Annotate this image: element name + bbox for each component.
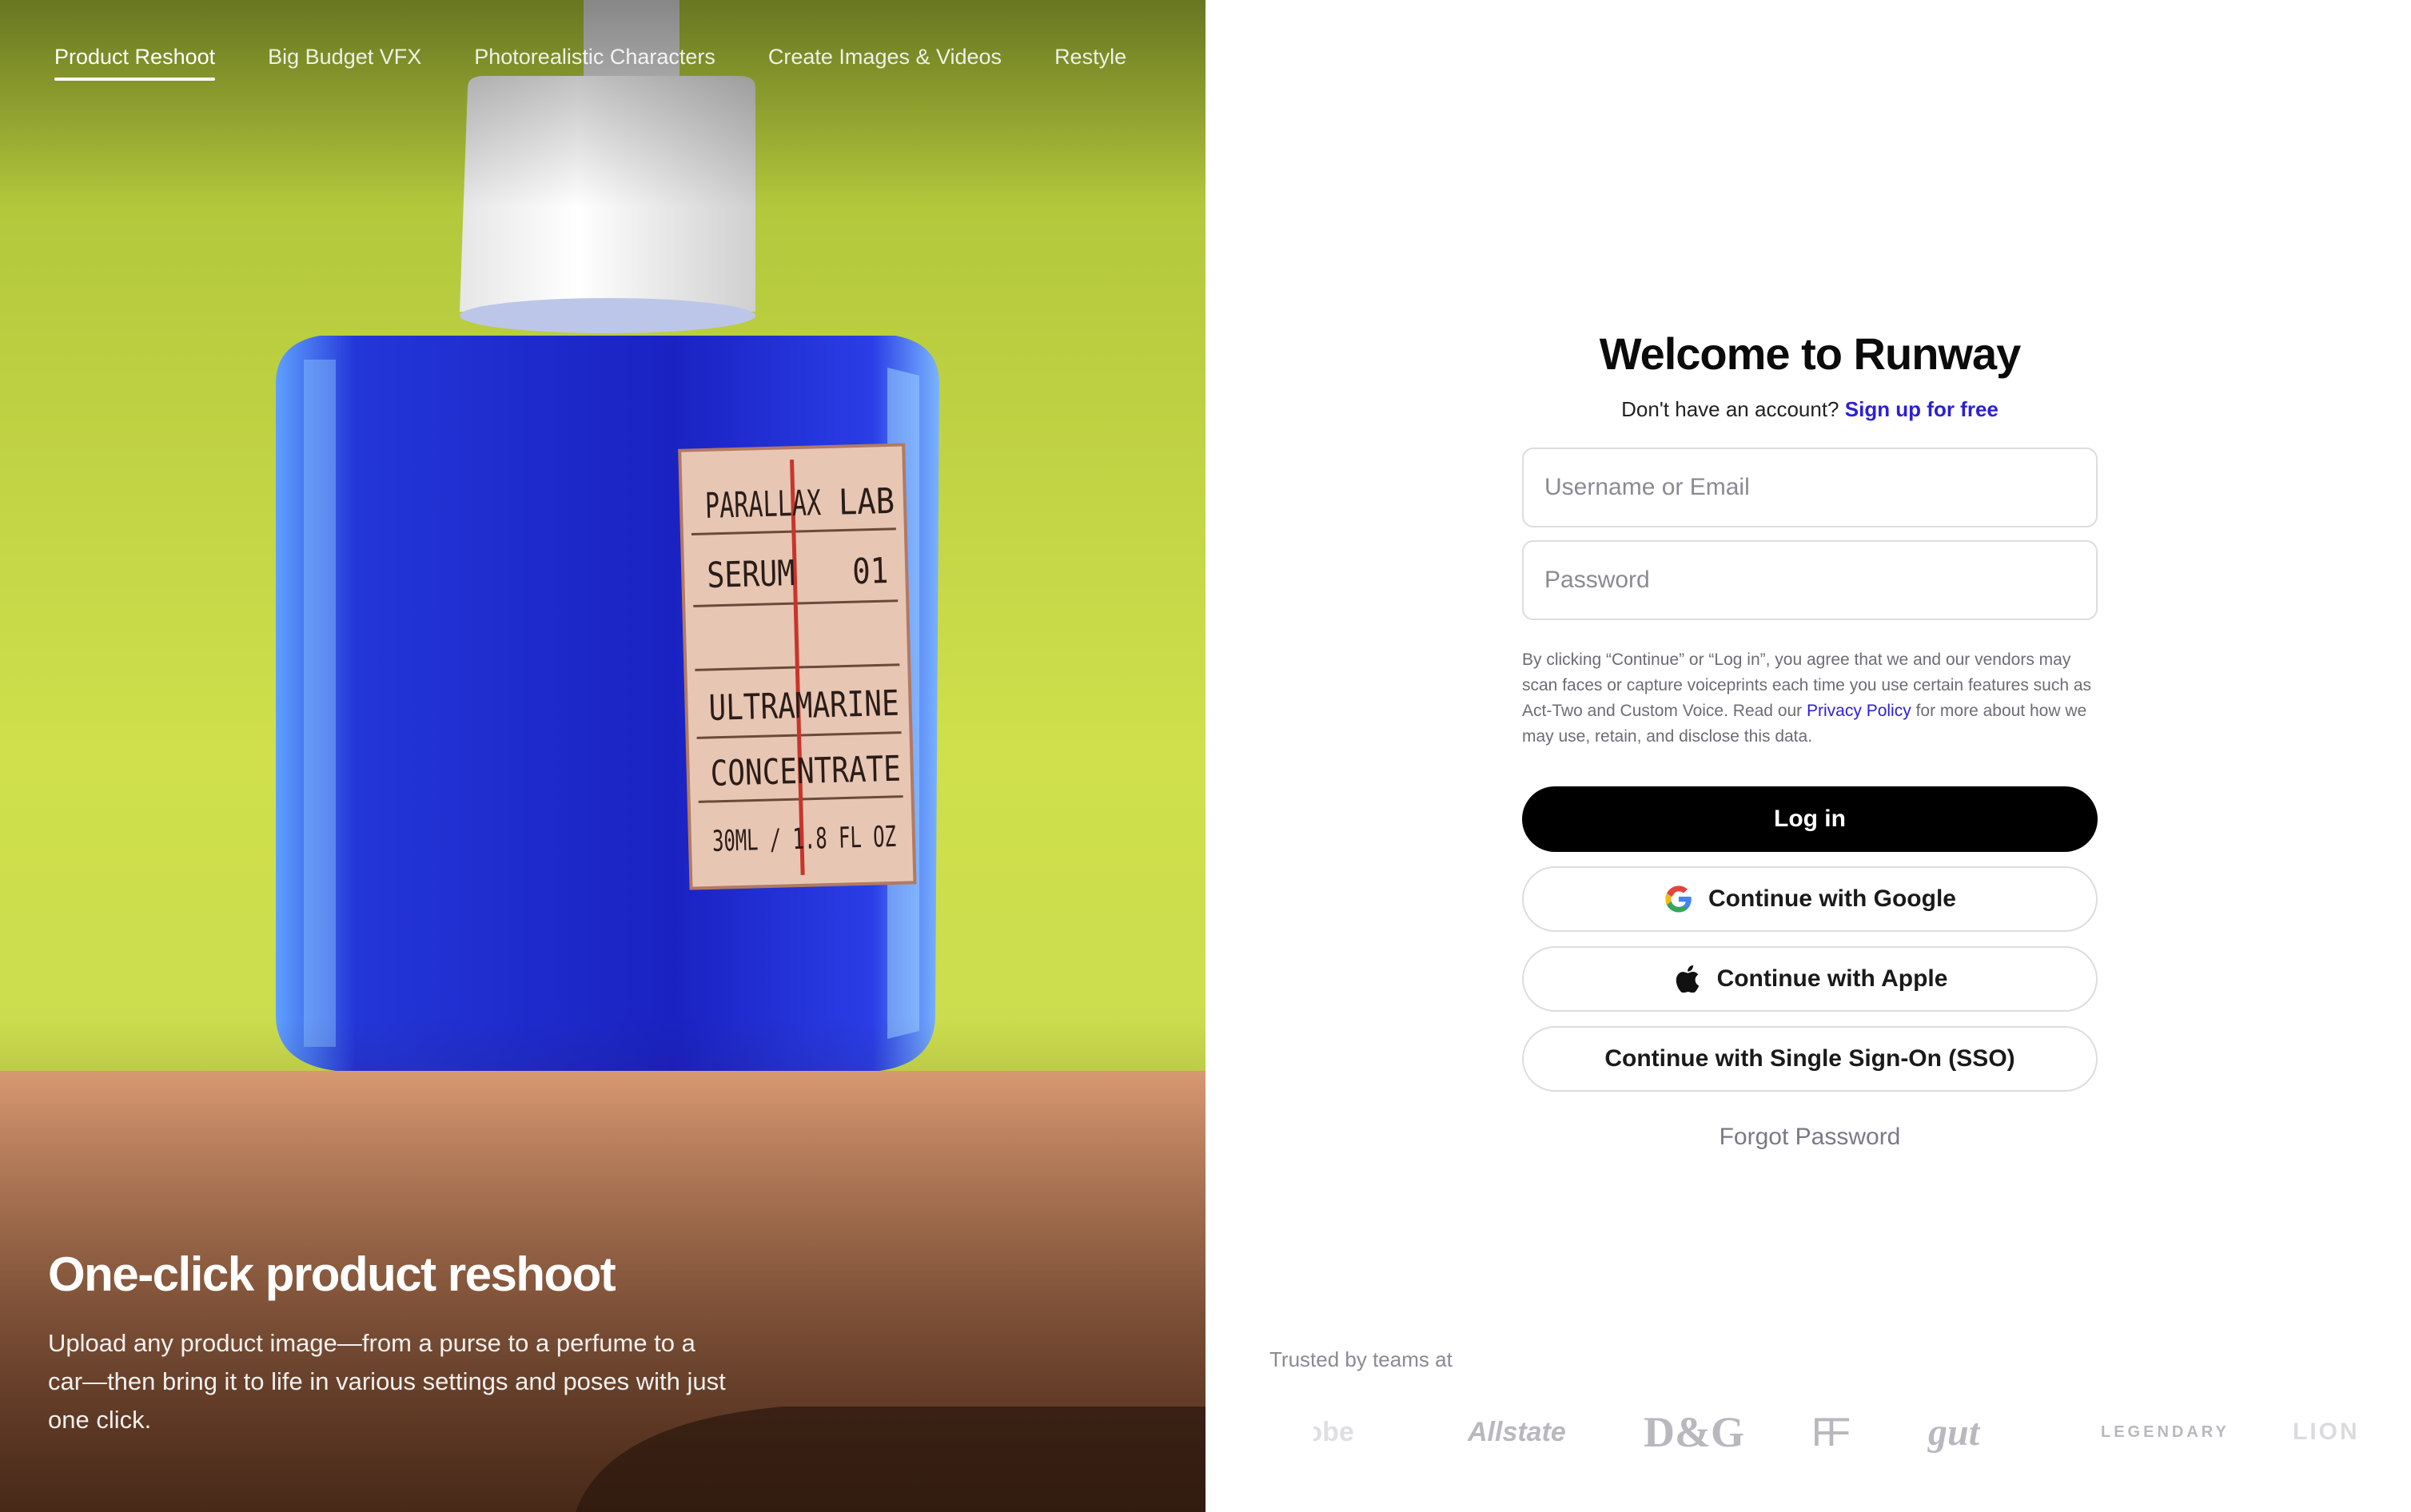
hero-title: One-click product reshoot: [48, 1247, 616, 1301]
forgot-password-link[interactable]: Forgot Password: [1522, 1124, 2098, 1151]
logo-lionsgate: LIONSGATE: [2293, 1418, 2411, 1445]
google-button[interactable]: Continue with Google: [1522, 866, 2098, 932]
apple-button-label: Continue with Apple: [1716, 965, 1948, 992]
hero-tabs: Product Reshoot Big Budget VFX Photoreal…: [54, 45, 1126, 81]
username-input[interactable]: [1522, 448, 2098, 527]
hero-top-shade: [0, 0, 1206, 208]
tab-restyle[interactable]: Restyle: [1054, 45, 1126, 81]
tab-product-reshoot[interactable]: Product Reshoot: [54, 45, 216, 81]
google-button-label: Continue with Google: [1708, 885, 1956, 912]
login-button[interactable]: Log in: [1522, 786, 2098, 852]
signup-line: Don't have an account? Sign up for free: [1522, 397, 2098, 422]
sso-button[interactable]: Continue with Single Sign-On (SSO): [1522, 1026, 2098, 1092]
label-concentrate: CONCENTRATE: [710, 749, 901, 794]
login-title: Welcome to Runway: [1599, 328, 2022, 379]
hero-description: Upload any product image—from a purse to…: [48, 1329, 726, 1434]
signup-link[interactable]: Sign up for free: [1845, 397, 1999, 421]
privacy-policy-link[interactable]: Privacy Policy: [1807, 702, 1911, 720]
label-serum: SERUM: [707, 553, 795, 596]
apple-icon: [1672, 964, 1703, 994]
legal-notice: By clicking “Continue” or “Log in”, you …: [1522, 647, 2098, 750]
hero-copy: One-click product reshoot Upload any pro…: [48, 1247, 735, 1439]
tab-create-images-videos[interactable]: Create Images & Videos: [768, 45, 1002, 81]
logo-gut: gut: [1928, 1411, 1980, 1454]
label-serum-num: 01: [852, 551, 889, 592]
label-volume: 30ML / 1.8 FL OZ: [711, 821, 896, 858]
google-icon: [1664, 884, 1694, 914]
logo-allstate: Allstate: [1468, 1416, 1566, 1447]
tab-big-budget-vfx[interactable]: Big Budget VFX: [268, 45, 421, 81]
label-ultramarine: ULTRAMARINE: [708, 683, 899, 729]
trusted-logos: Adobe Allstate D&G FF gut LEGENDARY LION…: [1206, 1400, 2411, 1464]
logo-adobe: Adobe: [1269, 1416, 1354, 1447]
login-form: Welcome to Runway Don't have an account?…: [1522, 328, 2098, 1151]
logo-ff: FF: [1811, 1410, 1851, 1454]
login-panel: Welcome to Runway Don't have an account?…: [1206, 0, 2411, 1512]
apple-button[interactable]: Continue with Apple: [1522, 946, 2098, 1012]
hero-panel: PARALLAX LAB SERUM 01 ULTRAMARINE CONCEN…: [0, 0, 1206, 1512]
logo-legendary: LEGENDARY: [2101, 1422, 2230, 1441]
label-parallax: PARALLAX: [704, 483, 822, 527]
trusted-by-label: Trusted by teams at: [1269, 1347, 1453, 1371]
label-lab: LAB: [838, 481, 895, 523]
sso-button-label: Continue with Single Sign-On (SSO): [1604, 1045, 2015, 1072]
password-input[interactable]: [1522, 540, 2098, 620]
tab-photorealistic-characters[interactable]: Photorealistic Characters: [474, 45, 715, 81]
signup-prompt: Don't have an account?: [1621, 397, 1839, 421]
logo-dg: D&G: [1644, 1408, 1744, 1456]
login-button-label: Log in: [1774, 806, 1846, 832]
